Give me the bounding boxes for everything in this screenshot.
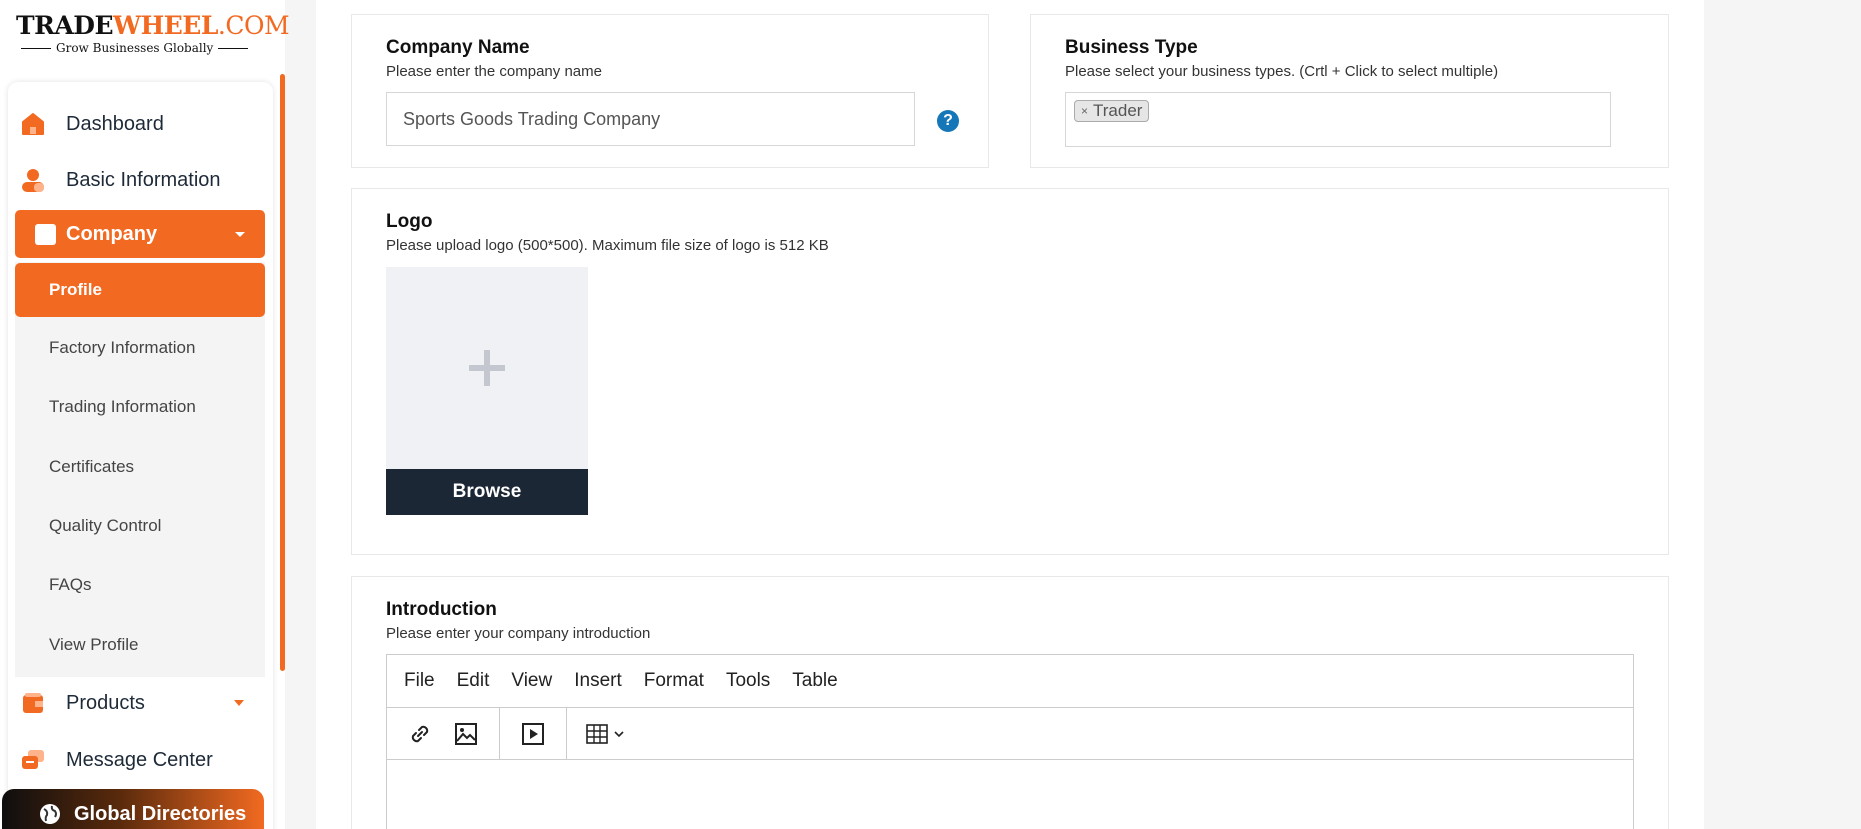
message-icon (20, 747, 46, 773)
introduction-card: Introduction Please enter your company i… (351, 576, 1669, 829)
sidebar-item-label: Global Directories (74, 802, 247, 825)
business-type-tag[interactable]: × Trader (1074, 100, 1150, 122)
sidebar-item-label: Basic Information (66, 168, 221, 191)
business-type-card: Business Type Please select your busines… (1030, 14, 1669, 168)
help-icon[interactable]: ? (937, 110, 959, 132)
introduction-hint: Please enter your company introduction (386, 625, 651, 642)
editor-toolbar (387, 708, 1633, 760)
menu-insert[interactable]: Insert (574, 670, 622, 692)
introduction-title: Introduction (386, 599, 497, 620)
rich-text-editor: File Edit View Insert Format Tools Table (386, 654, 1634, 829)
sidebar-item-message-center[interactable]: Message Center (20, 735, 265, 785)
sidebar-item-label: Dashboard (66, 112, 164, 135)
main-content: Company Name Please enter the company na… (316, 0, 1704, 829)
globe-icon (38, 802, 62, 826)
business-type-hint: Please select your business types. (Crtl… (1065, 63, 1499, 80)
home-icon (20, 111, 46, 137)
menu-format[interactable]: Format (644, 670, 704, 692)
sidebar-subitem-profile[interactable]: Profile (15, 263, 265, 317)
menu-file[interactable]: File (404, 670, 435, 692)
user-icon (20, 167, 46, 193)
chevron-down-icon (235, 232, 245, 237)
logo-com-text: .COM (217, 11, 290, 40)
media-icon[interactable] (515, 716, 551, 752)
logo-card: Logo Please upload logo (500*500). Maxim… (351, 188, 1669, 555)
business-type-select[interactable]: × Trader (1065, 92, 1611, 147)
company-name-title: Company Name (386, 37, 530, 58)
sidebar-item-label: Message Center (66, 748, 213, 771)
logo-title: Logo (386, 211, 433, 232)
menu-tools[interactable]: Tools (726, 670, 770, 692)
products-icon (20, 690, 46, 716)
sidebar-subitem-view-profile[interactable]: View Profile (49, 633, 138, 657)
company-icon (35, 223, 56, 245)
logo-upload: Browse (386, 267, 588, 515)
sidebar-item-label: Company (66, 222, 158, 245)
company-name-card: Company Name Please enter the company na… (351, 14, 989, 168)
editor-menubar: File Edit View Insert Format Tools Table (387, 655, 1633, 708)
menu-view[interactable]: View (511, 670, 552, 692)
sidebar-subitem-factory-information[interactable]: Factory Information (49, 336, 195, 360)
remove-tag-icon[interactable]: × (1081, 104, 1088, 118)
sidebar-scrollbar[interactable] (280, 74, 285, 671)
company-name-input[interactable]: Sports Goods Trading Company (386, 92, 915, 146)
sidebar-item-label: Products (66, 691, 145, 714)
image-icon[interactable] (448, 716, 484, 752)
browse-button[interactable]: Browse (386, 469, 588, 515)
business-type-title: Business Type (1065, 37, 1198, 58)
plus-icon (469, 350, 505, 386)
sidebar-item-basic-information[interactable]: Basic Information (20, 155, 265, 205)
logo-tagline: Grow Businesses Globally (56, 41, 214, 55)
sidebar: TRADEWHEEL.COM Grow Businesses Globally … (0, 0, 290, 829)
link-icon[interactable] (402, 716, 438, 752)
logo-trade-text: TRADE (16, 11, 114, 40)
logo-upload-area[interactable] (386, 267, 588, 469)
logo-wheel-text: WHEEL (113, 11, 218, 40)
sidebar-item-dashboard[interactable]: Dashboard (20, 99, 265, 149)
tradewheel-logo[interactable]: TRADEWHEEL.COM Grow Businesses Globally (16, 11, 290, 56)
sidebar-subitem-faqs[interactable]: FAQs (49, 573, 92, 597)
logo-hint: Please upload logo (500*500). Maximum fi… (386, 237, 829, 254)
menu-table[interactable]: Table (792, 670, 837, 692)
sidebar-subitem-trading-information[interactable]: Trading Information (49, 395, 196, 419)
chevron-down-icon (234, 700, 244, 706)
menu-edit[interactable]: Edit (457, 670, 490, 692)
company-name-hint: Please enter the company name (386, 63, 602, 80)
sidebar-subitem-certificates[interactable]: Certificates (49, 455, 134, 479)
sidebar-item-company[interactable]: Company (15, 210, 265, 258)
table-icon[interactable] (582, 716, 632, 752)
sidebar-item-global-directories[interactable]: Global Directories (2, 789, 264, 829)
sidebar-item-products[interactable]: Products (20, 678, 265, 728)
sidebar-subitem-quality-control[interactable]: Quality Control (49, 514, 161, 538)
